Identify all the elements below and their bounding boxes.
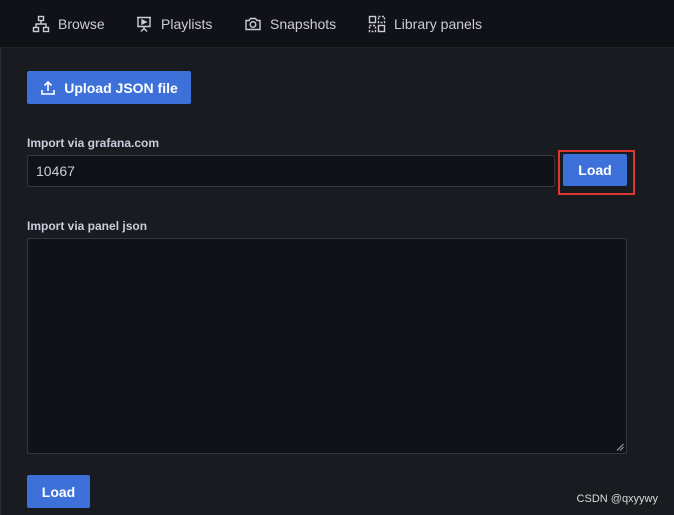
tab-library-panels[interactable]: Library panels	[368, 0, 482, 48]
upload-icon	[41, 80, 56, 95]
panel-json-label: Import via panel json	[27, 219, 148, 233]
tab-browse-label: Browse	[58, 16, 105, 32]
tab-snapshots[interactable]: Snapshots	[244, 0, 336, 48]
tab-playlists-label: Playlists	[161, 16, 213, 32]
resize-grip-icon[interactable]	[616, 443, 624, 451]
sitemap-icon	[32, 15, 50, 33]
upload-json-label: Upload JSON file	[64, 79, 178, 96]
grafana-import-label: Import via grafana.com	[27, 136, 160, 150]
grafana-dashboard-id-input[interactable]: 10467	[27, 155, 555, 187]
tab-library-panels-label: Library panels	[394, 16, 482, 32]
library-panels-icon	[368, 15, 386, 33]
panel-json-load-label: Load	[41, 483, 76, 500]
grafana-load-label: Load	[578, 162, 612, 178]
tab-snapshots-label: Snapshots	[270, 16, 337, 32]
panel-json-load-button[interactable]: Load	[27, 475, 90, 508]
watermark: CSDN @qxyywy	[576, 493, 658, 505]
grafana-load-button[interactable]: Load	[563, 154, 627, 186]
tab-playlists[interactable]: Playlists	[135, 0, 212, 48]
tab-bar: Browse Playlists Snapshots Library panel…	[0, 0, 674, 48]
camera-icon	[245, 17, 261, 31]
upload-json-button[interactable]: Upload JSON file	[27, 71, 191, 104]
import-panel: Upload JSON file Import via grafana.com …	[0, 48, 674, 515]
tab-browse[interactable]: Browse	[32, 0, 105, 48]
presentation-icon	[137, 16, 151, 32]
panel-json-textarea[interactable]	[27, 238, 627, 454]
